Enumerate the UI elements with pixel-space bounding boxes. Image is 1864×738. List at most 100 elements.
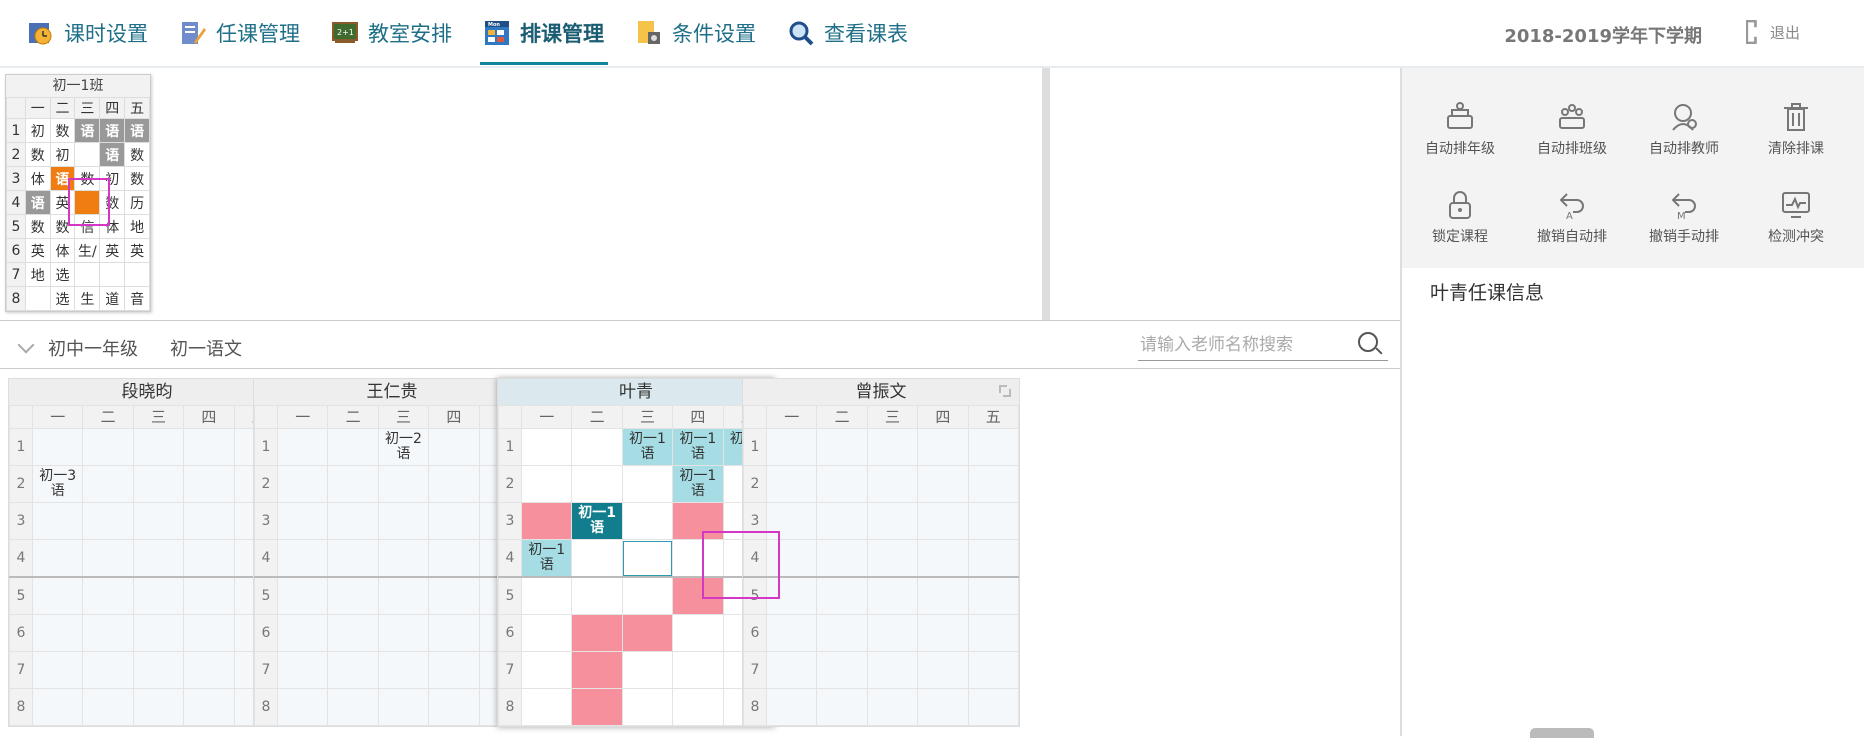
teacher-cell[interactable]: 初一3 语 <box>31 465 84 503</box>
teacher-cell[interactable] <box>816 502 868 540</box>
teacher-cell[interactable]: 初一1 语 <box>571 502 623 540</box>
nav-item-conditions[interactable]: 条件设置 <box>636 0 756 66</box>
class-cell[interactable]: 地 <box>124 214 150 239</box>
teacher-cell[interactable] <box>765 465 818 503</box>
teacher-cell[interactable] <box>672 651 724 689</box>
teacher-cell[interactable] <box>31 539 84 578</box>
teacher-cell[interactable] <box>132 428 185 466</box>
clear-schedule-button[interactable]: 清除排课 <box>1740 88 1852 168</box>
teacher-cell[interactable]: 初一1 语 <box>672 465 724 503</box>
nav-item-classroom[interactable]: 2+1 教室安排 <box>332 0 452 66</box>
teacher-cell[interactable] <box>866 614 919 652</box>
teacher-cell[interactable] <box>183 465 235 503</box>
teacher-cell[interactable] <box>520 428 573 466</box>
teacher-cell[interactable] <box>377 465 430 503</box>
teacher-cell[interactable] <box>82 651 134 689</box>
teacher-cell[interactable] <box>183 576 235 615</box>
teacher-cell[interactable] <box>327 651 379 689</box>
teacher-cell[interactable] <box>816 651 868 689</box>
teacher-cell[interactable] <box>132 651 185 689</box>
teacher-cell[interactable] <box>571 688 623 726</box>
teacher-cell[interactable] <box>428 614 480 652</box>
teacher-cell[interactable] <box>967 576 1020 615</box>
grade-filter[interactable]: 初中一年级 <box>48 335 138 361</box>
class-cell[interactable]: 生/ <box>74 238 101 263</box>
teacher-cell[interactable] <box>276 539 329 578</box>
teacher-cell[interactable] <box>917 502 969 540</box>
class-cell[interactable]: 语 <box>24 190 51 215</box>
class-cell[interactable]: 选 <box>49 286 76 311</box>
nav-item-view-timetable[interactable]: 查看课表 <box>788 0 908 66</box>
lock-course-button[interactable]: 锁定课程 <box>1404 176 1516 256</box>
teacher-cell[interactable] <box>621 688 674 726</box>
teacher-cell[interactable] <box>82 502 134 540</box>
teacher-cell[interactable] <box>866 688 919 726</box>
search-icon[interactable] <box>1358 332 1378 352</box>
teacher-cell[interactable] <box>520 576 573 615</box>
teacher-cell[interactable] <box>183 688 235 726</box>
teacher-cell[interactable] <box>428 539 480 578</box>
teacher-cell[interactable] <box>866 576 919 615</box>
logout-button[interactable]: 退出 <box>1745 20 1800 44</box>
class-cell[interactable]: 语 <box>99 142 126 167</box>
teacher-cell[interactable] <box>31 428 84 466</box>
teacher-cell[interactable] <box>31 502 84 540</box>
class-cell[interactable]: 语 <box>124 118 150 143</box>
class-cell[interactable]: 体 <box>49 238 76 263</box>
teacher-cell[interactable] <box>428 576 480 615</box>
teacher-cell[interactable] <box>327 502 379 540</box>
teacher-cell[interactable] <box>428 428 480 466</box>
teacher-cell[interactable] <box>967 651 1020 689</box>
teacher-cell[interactable] <box>571 428 623 466</box>
auto-class-button[interactable]: 自动排班级 <box>1516 88 1628 168</box>
teacher-cell[interactable] <box>132 688 185 726</box>
class-cell[interactable]: 初 <box>24 118 51 143</box>
teacher-cell[interactable] <box>377 688 430 726</box>
class-cell[interactable]: 选 <box>49 262 76 287</box>
teacher-cell[interactable] <box>82 465 134 503</box>
teacher-cell[interactable] <box>132 576 185 615</box>
undo-auto-button[interactable]: A 撤销自动排 <box>1516 176 1628 256</box>
teacher-cell[interactable] <box>428 502 480 540</box>
teacher-cell[interactable] <box>621 651 674 689</box>
teacher-cell[interactable] <box>82 539 134 578</box>
nav-item-teaching-management[interactable]: 任课管理 <box>180 0 300 66</box>
auto-grade-button[interactable]: 自动排年级 <box>1404 88 1516 168</box>
teacher-cell[interactable] <box>377 539 430 578</box>
teacher-cell[interactable] <box>132 502 185 540</box>
class-cell[interactable]: 数 <box>49 118 76 143</box>
teacher-cell[interactable] <box>183 651 235 689</box>
teacher-cell[interactable] <box>866 539 919 578</box>
teacher-cell[interactable] <box>967 614 1020 652</box>
teacher-cell[interactable] <box>132 614 185 652</box>
teacher-cell[interactable] <box>816 576 868 615</box>
teacher-cell[interactable] <box>621 576 674 615</box>
class-cell[interactable]: 数 <box>124 166 150 191</box>
teacher-cell[interactable] <box>571 651 623 689</box>
class-cell[interactable]: 数 <box>24 214 51 239</box>
teacher-cell[interactable] <box>917 539 969 578</box>
class-cell[interactable]: 英 <box>124 238 150 263</box>
teacher-cell[interactable] <box>967 539 1020 578</box>
teacher-cell[interactable] <box>917 465 969 503</box>
panel-splitter[interactable] <box>1042 68 1050 320</box>
teacher-cell[interactable] <box>621 614 674 652</box>
teacher-cell[interactable] <box>765 651 818 689</box>
teacher-cell[interactable] <box>765 688 818 726</box>
teacher-cell[interactable] <box>327 688 379 726</box>
class-cell[interactable] <box>74 262 101 287</box>
teacher-cell[interactable] <box>520 688 573 726</box>
auto-teacher-button[interactable]: 自动排教师 <box>1628 88 1740 168</box>
teacher-cell[interactable] <box>132 539 185 578</box>
teacher-cell[interactable]: 初一1 语 <box>621 428 674 466</box>
teacher-search-input[interactable] <box>1138 330 1352 360</box>
teacher-cell[interactable] <box>327 614 379 652</box>
teacher-cell[interactable] <box>327 539 379 578</box>
teacher-cell[interactable] <box>520 651 573 689</box>
teacher-cell[interactable] <box>377 614 430 652</box>
teacher-cell[interactable] <box>276 465 329 503</box>
teacher-cell[interactable] <box>917 688 969 726</box>
teacher-cell[interactable] <box>82 688 134 726</box>
class-cell[interactable]: 语 <box>99 118 126 143</box>
detect-conflict-button[interactable]: 检测冲突 <box>1740 176 1852 256</box>
